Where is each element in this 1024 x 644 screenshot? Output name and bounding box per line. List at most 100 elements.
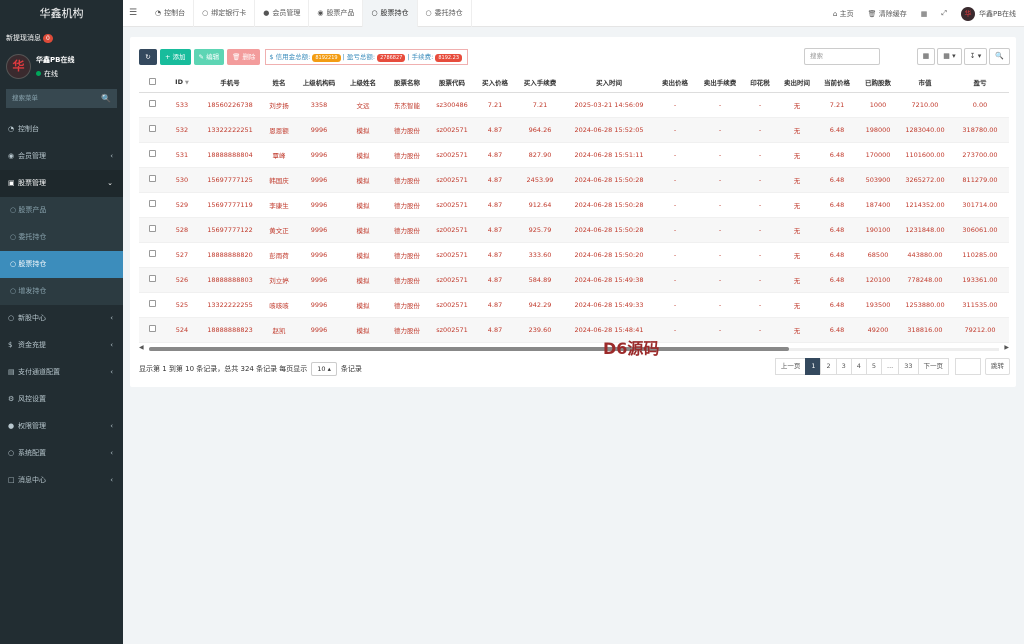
row-checkbox[interactable]: [139, 117, 165, 143]
column-header[interactable]: 盈亏: [951, 73, 1009, 93]
column-header[interactable]: 卖出价格: [653, 73, 697, 93]
table-row[interactable]: 531 18888888804 覃峰 9996 模拟 德力股份 sz002571 4.87 82…: [139, 142, 1009, 168]
sidebar-item-payment[interactable]: ▤ 支付通道配置 ‹: [0, 359, 123, 386]
table-row[interactable]: 528 15697777122 黄文正 9996 模拟 德力股份 sz002571 4.87 9…: [139, 217, 1009, 243]
column-header[interactable]: 股票代码: [429, 73, 475, 93]
tab-stock-positions[interactable]: ○ 股票持仓: [363, 0, 418, 27]
menu-toggle-icon[interactable]: ☰: [129, 0, 137, 27]
sidebar-item-risk[interactable]: ⚙ 风控设置: [0, 386, 123, 413]
table-cell: 6.48: [817, 167, 857, 193]
column-header[interactable]: 已购股数: [857, 73, 899, 93]
refresh-button[interactable]: ↻: [139, 49, 157, 65]
row-checkbox[interactable]: [139, 217, 165, 243]
sidebar-item-funds[interactable]: $ 资金充提 ‹: [0, 332, 123, 359]
search-icon[interactable]: 🔍: [101, 89, 111, 108]
horizontal-scrollbar[interactable]: ◀ ▶: [139, 344, 1009, 352]
table-cell: sz002571: [429, 242, 475, 268]
page-button[interactable]: 1: [805, 358, 822, 375]
table-row[interactable]: 533 18560226738 刘步扬 3358 文远 东杰智能 sz300486 7.21 7…: [139, 92, 1009, 118]
page-button[interactable]: 33: [898, 358, 919, 375]
column-header[interactable]: 股票名称: [385, 73, 429, 93]
table-cell: 2453.99: [515, 167, 565, 193]
home-link[interactable]: ⌂ 主页: [833, 9, 854, 19]
column-header[interactable]: 买入手续费: [515, 73, 565, 93]
table-row[interactable]: 526 18888888803 刘立婷 9996 模拟 德力股份 sz002571 4.87 5…: [139, 267, 1009, 293]
columns-button[interactable]: ▦ ▾: [937, 48, 962, 65]
sidebar-item-dashboard[interactable]: ◔ 控制台: [0, 116, 123, 143]
row-checkbox[interactable]: [139, 292, 165, 318]
column-header[interactable]: 卖出时间: [777, 73, 817, 93]
page-size-select[interactable]: 10 ▴: [311, 362, 337, 376]
row-checkbox[interactable]: [139, 267, 165, 293]
column-header[interactable]: 当前价格: [817, 73, 857, 93]
table-search-input[interactable]: 搜索: [804, 48, 880, 65]
column-header[interactable]: 买入时间: [565, 73, 653, 93]
column-header[interactable]: 卖出手续费: [697, 73, 743, 93]
prev-page-button[interactable]: 上一页: [774, 358, 807, 375]
column-header[interactable]: ID ▼: [165, 73, 199, 93]
sidebar: 华鑫机构 新提现消息 0 华 华鑫PB在线 在线 搜索菜单 🔍 ◔ 控制台 ◉ 会员管…: [0, 0, 123, 644]
jump-button[interactable]: 跳转: [985, 358, 1010, 375]
scroll-left-icon[interactable]: ◀: [139, 344, 144, 351]
edit-button[interactable]: ✎ 编辑: [193, 49, 225, 65]
tab-bind-bank-card[interactable]: ○ 绑定银行卡: [194, 0, 256, 27]
tab-entrust-positions[interactable]: ○ 委托持仓: [418, 0, 472, 27]
table-cell: 李康生: [261, 192, 297, 218]
menu-search-input[interactable]: 搜索菜单 🔍: [6, 89, 117, 108]
clear-cache-button[interactable]: 🗑 清除缓存: [868, 9, 907, 19]
sidebar-item-ipo[interactable]: ○ 新股中心 ‹: [0, 305, 123, 332]
translate-icon[interactable]: ▦: [921, 10, 928, 18]
column-header[interactable]: 上级机构码: [297, 73, 341, 93]
row-checkbox[interactable]: [139, 142, 165, 168]
fullscreen-icon[interactable]: ⤢: [941, 9, 947, 18]
sidebar-subitem-stock-products[interactable]: ○ 股票产品: [0, 197, 123, 224]
page-button[interactable]: 4: [850, 358, 867, 375]
sidebar-subitem-placement-positions[interactable]: ○ 增发持仓: [0, 278, 123, 305]
column-header[interactable]: 市值: [899, 73, 951, 93]
sidebar-item-members[interactable]: ◉ 会员管理 ‹: [0, 143, 123, 170]
tab-stock-products[interactable]: ◉ 股票产品: [309, 0, 364, 27]
column-header[interactable]: 上级姓名: [341, 73, 385, 93]
page-button[interactable]: 3: [835, 358, 852, 375]
user-menu[interactable]: 华华鑫PB在线: [960, 6, 1016, 21]
table-row[interactable]: 529 15697777119 李康生 9996 模拟 德力股份 sz002571 4.87 9…: [139, 192, 1009, 218]
export-button[interactable]: ↧ ▾: [963, 48, 988, 65]
column-header[interactable]: 印花税: [743, 73, 777, 93]
row-checkbox[interactable]: [139, 242, 165, 268]
table-row[interactable]: 524 18888888823 赵凯 9996 模拟 德力股份 sz002571 4.87 23…: [139, 317, 1009, 343]
page-button[interactable]: 5: [865, 358, 883, 375]
column-header[interactable]: 姓名: [261, 73, 297, 93]
sidebar-item-stocks[interactable]: ▣ 股票管理 ⌄: [0, 170, 123, 197]
page-button[interactable]: 2: [820, 358, 837, 375]
toggle-view-button[interactable]: ▦: [916, 48, 936, 65]
sidebar-item-permissions[interactable]: ● 权限管理 ‹: [0, 413, 123, 440]
column-header[interactable]: 买入价格: [475, 73, 515, 93]
sidebar-item-system[interactable]: ○ 系统配置 ‹: [0, 440, 123, 467]
next-page-button[interactable]: 下一页: [917, 358, 949, 375]
tab-members[interactable]: ● 会员管理: [255, 0, 310, 27]
table-cell: 306061.00: [951, 217, 1009, 243]
table-row[interactable]: 530 15697777125 韩国庆 9996 模拟 德力股份 sz002571 4.87 2…: [139, 167, 1009, 193]
row-checkbox[interactable]: [139, 167, 165, 193]
row-checkbox[interactable]: [139, 317, 165, 343]
table-row[interactable]: 532 13322222251 恩恩额 9996 模拟 德力股份 sz002571 4.87 9…: [139, 117, 1009, 143]
sidebar-subitem-entrust-positions[interactable]: ○ 委托持仓: [0, 224, 123, 251]
sort-icon[interactable]: ▼: [185, 80, 189, 86]
column-header[interactable]: 手机号: [199, 73, 261, 93]
delete-button[interactable]: 🗑 删除: [227, 49, 261, 65]
sidebar-item-messages[interactable]: □ 消息中心 ‹: [0, 467, 123, 494]
advanced-search-button[interactable]: 🔍: [989, 48, 1010, 65]
table-row[interactable]: 527 18888888820 彭雨荷 9996 模拟 德力股份 sz002571 4.87 3…: [139, 242, 1009, 268]
sidebar-subitem-stock-positions[interactable]: ○ 股票持仓: [0, 251, 123, 278]
scroll-thumb[interactable]: [149, 347, 789, 351]
scroll-right-icon[interactable]: ▶: [1004, 344, 1009, 351]
add-button[interactable]: + 添加: [160, 49, 191, 65]
tab-dashboard[interactable]: ◔ 控制台: [147, 0, 195, 27]
select-all-checkbox[interactable]: [139, 73, 165, 93]
row-checkbox[interactable]: [139, 192, 165, 218]
withdraw-notice[interactable]: 新提现消息 0: [0, 27, 123, 49]
row-checkbox[interactable]: [139, 92, 165, 118]
table-cell: 527: [165, 242, 199, 268]
table-row[interactable]: 525 13322222255 咳咳咳 9996 模拟 德力股份 sz002571 4.87 9…: [139, 292, 1009, 318]
page-jump-input[interactable]: [955, 358, 981, 375]
